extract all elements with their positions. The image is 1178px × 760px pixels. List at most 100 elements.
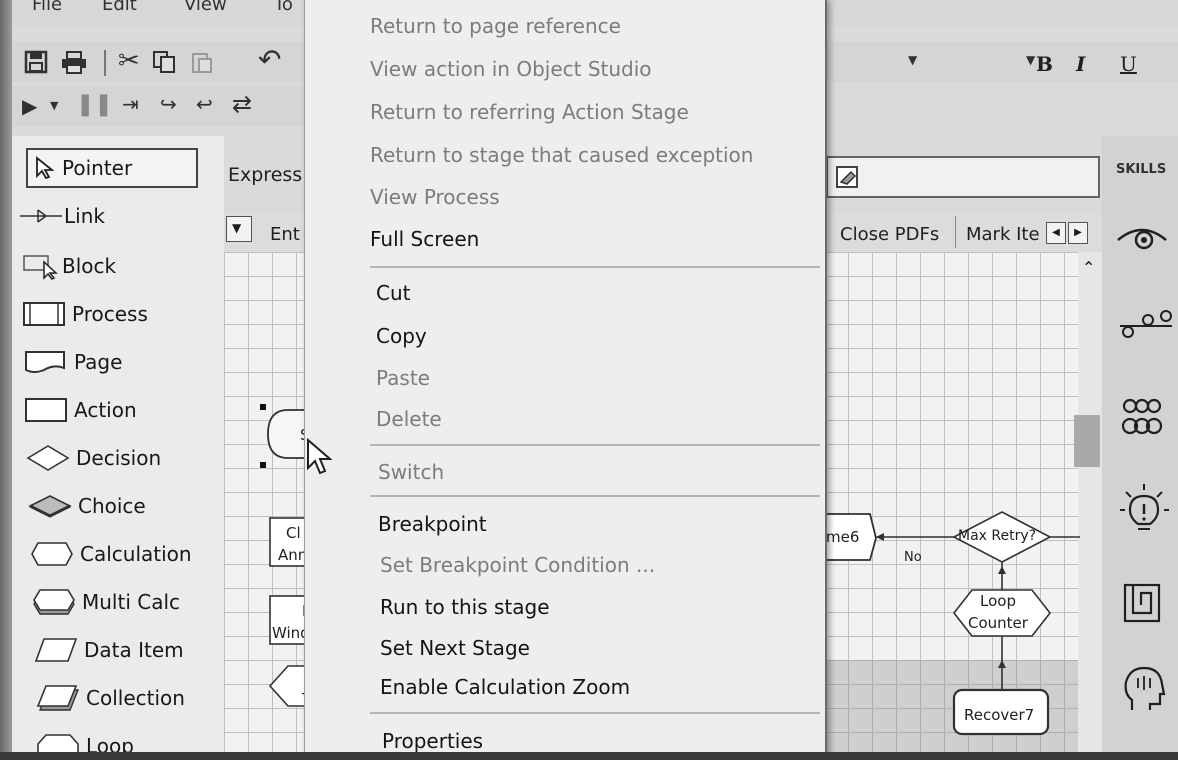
stage-palette: Pointer Link Block Process Page Action D…: [12, 136, 224, 758]
paste-icon[interactable]: [190, 50, 214, 74]
palette-item-pointer[interactable]: Pointer: [26, 148, 198, 188]
play-dropdown-icon[interactable]: ▼: [50, 100, 58, 111]
palette-item-label: Pointer: [62, 156, 133, 180]
dropdown-arrow-icon[interactable]: ▼: [908, 54, 917, 66]
palette-item-label: Multi Calc: [82, 590, 181, 614]
arrowhead: [876, 533, 884, 541]
palette-item-decision[interactable]: Decision: [26, 438, 161, 478]
dropdown-arrow-icon[interactable]: ▼: [1026, 54, 1035, 66]
calculation-icon: [31, 542, 73, 566]
step-over-icon[interactable]: ↪: [160, 94, 177, 114]
selection-handle[interactable]: [260, 404, 266, 410]
stage-close-text: Cl: [286, 524, 301, 542]
pause-icon[interactable]: ❚❚: [76, 94, 113, 116]
menu-item-set-breakpoint-condition[interactable]: Set Breakpoint Condition ...: [380, 555, 655, 575]
palette-item-page[interactable]: Page: [24, 342, 122, 382]
menu-separator: [370, 712, 820, 714]
screen-bezel: [0, 0, 12, 760]
selection-handle[interactable]: [260, 462, 266, 468]
vertical-scrollbar[interactable]: ⌃: [1078, 252, 1102, 752]
menu-item-view-process[interactable]: View Process: [370, 187, 500, 207]
menu-tools[interactable]: To: [274, 0, 293, 15]
palette-item-link[interactable]: Link: [18, 196, 105, 236]
arrowhead: [998, 660, 1006, 668]
menu-item-switch[interactable]: Switch: [378, 462, 444, 482]
menu-edit[interactable]: Edit: [102, 0, 137, 15]
tab-mark-items[interactable]: Mark Ite: [966, 224, 1040, 245]
menu-item-properties[interactable]: Properties: [382, 731, 483, 751]
palette-item-label: Action: [74, 398, 137, 422]
underline-button[interactable]: U: [1120, 52, 1137, 76]
menu-separator: [370, 495, 820, 497]
scroll-up-icon[interactable]: ⌃: [1082, 258, 1095, 277]
menu-item-enable-calculation-zoom[interactable]: Enable Calculation Zoom: [380, 677, 630, 697]
play-icon[interactable]: ▶: [22, 96, 37, 116]
step-out-icon[interactable]: ↩: [196, 94, 213, 114]
step-icon[interactable]: ⇥: [122, 94, 139, 114]
stage-fragment[interactable]: [268, 665, 306, 707]
counter-text: Counter: [968, 614, 1028, 632]
menu-separator: [370, 266, 820, 268]
menu-file[interactable]: File: [32, 0, 62, 15]
toolbar-divider: [104, 50, 106, 76]
tab-dropdown-button[interactable]: ▼: [226, 216, 252, 242]
menu-item-cut[interactable]: Cut: [376, 283, 410, 303]
bold-button[interactable]: B: [1036, 52, 1053, 76]
people-icon[interactable]: [1116, 394, 1168, 442]
palette-item-block[interactable]: Block: [22, 246, 116, 286]
save-icon[interactable]: [24, 50, 48, 74]
brain-head-icon[interactable]: [1122, 664, 1166, 712]
undo-icon[interactable]: ↶: [258, 46, 281, 74]
tab-scroll-left-icon[interactable]: ◀: [1046, 222, 1066, 244]
lightbulb-icon[interactable]: [1118, 482, 1170, 538]
recover-text: Recover7: [964, 706, 1035, 724]
menu-item-full-screen[interactable]: Full Screen: [370, 229, 479, 249]
palette-item-multi-calc[interactable]: Multi Calc: [32, 582, 180, 622]
menu-item-return-to-exception-stage[interactable]: Return to stage that caused exception: [370, 145, 753, 165]
tab-close-pdfs[interactable]: Close PDFs: [840, 224, 939, 245]
eye-icon[interactable]: [1114, 218, 1170, 258]
menu-item-delete[interactable]: Delete: [376, 409, 442, 429]
menu-item-view-action-in-object-studio[interactable]: View action in Object Studio: [370, 59, 652, 79]
copy-icon[interactable]: [152, 50, 176, 74]
palette-item-choice[interactable]: Choice: [28, 486, 146, 526]
palette-item-calculation[interactable]: Calculation: [30, 534, 192, 574]
menu-item-breakpoint[interactable]: Breakpoint: [378, 514, 487, 534]
scrollbar-thumb[interactable]: [1074, 415, 1100, 467]
page-icon: [25, 351, 65, 373]
menu-item-paste[interactable]: Paste: [376, 368, 430, 388]
action-icon: [25, 398, 67, 422]
palette-item-collection[interactable]: Collection: [36, 678, 185, 718]
palette-item-data-item[interactable]: Data Item: [34, 630, 184, 670]
screen-bezel-bottom: [0, 752, 1178, 760]
palette-item-label: Decision: [76, 446, 162, 470]
palette-item-process[interactable]: Process: [22, 294, 148, 334]
stage-annotation-text: Ann: [278, 546, 308, 564]
menu-item-copy[interactable]: Copy: [376, 326, 427, 346]
start-stage[interactable]: [267, 409, 304, 459]
skills-panel: SKILLS: [1102, 136, 1178, 752]
tab-scroll-right-icon[interactable]: ▶: [1068, 222, 1088, 244]
maze-icon[interactable]: [1122, 582, 1162, 624]
menu-item-set-next-stage[interactable]: Set Next Stage: [380, 638, 530, 658]
italic-button[interactable]: I: [1076, 52, 1085, 76]
menu-item-run-to-this-stage[interactable]: Run to this stage: [380, 597, 550, 617]
reset-icon[interactable]: ⇄: [232, 92, 252, 116]
flow-icon[interactable]: [1116, 304, 1176, 340]
menu-item-return-to-referring-action-stage[interactable]: Return to referring Action Stage: [370, 102, 689, 122]
skills-title: SKILLS: [1116, 162, 1167, 177]
menu-item-return-to-page-reference[interactable]: Return to page reference: [370, 16, 621, 36]
palette-item-label: Link: [64, 204, 105, 228]
block-icon: [23, 255, 58, 280]
stage-partial-text: me6: [826, 528, 860, 546]
collection-icon: [36, 685, 80, 711]
tab-entry[interactable]: Ent: [270, 224, 300, 245]
eraser-icon[interactable]: [834, 164, 860, 190]
print-icon[interactable]: [60, 50, 88, 74]
palette-item-action[interactable]: Action: [24, 390, 137, 430]
cut-icon[interactable]: ✂: [118, 48, 140, 74]
process-icon: [23, 302, 65, 326]
loop-text: Loop: [980, 592, 1016, 610]
menu-view[interactable]: View: [184, 0, 227, 15]
expression-field[interactable]: [826, 156, 1100, 198]
